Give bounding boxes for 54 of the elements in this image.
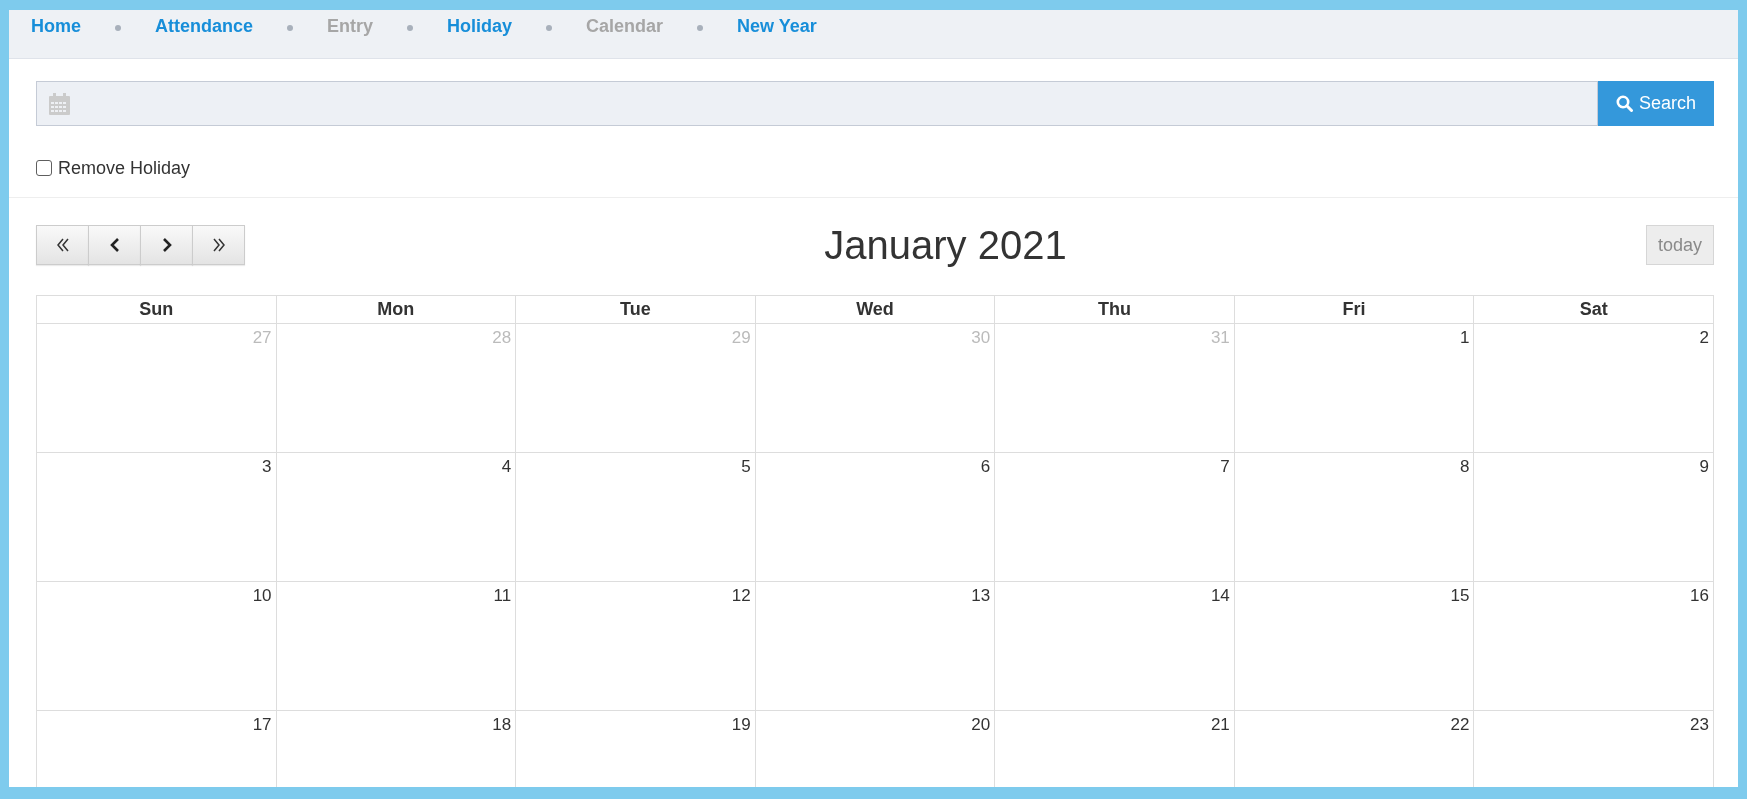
- checkbox[interactable]: [36, 160, 52, 176]
- double-right-chevron-icon: [210, 237, 227, 253]
- date-number: 20: [971, 715, 991, 735]
- weekday-header: Fri: [1234, 295, 1474, 324]
- date-number: 8: [1459, 457, 1470, 477]
- left-chevron-button[interactable]: [88, 225, 141, 265]
- breadcrumb-link[interactable]: Home: [31, 15, 81, 37]
- date-number: 5: [741, 457, 751, 477]
- calendar-icon: [49, 92, 70, 115]
- date-number: 10: [252, 586, 272, 606]
- right-chevron-button[interactable]: [140, 225, 193, 265]
- weekday-header: Tue: [515, 295, 756, 324]
- date-number: 31: [1210, 328, 1230, 348]
- date-number: 15: [1450, 586, 1470, 606]
- weekday-header: Mon: [276, 295, 516, 324]
- date-number: 27: [252, 328, 272, 348]
- breadcrumb-link: Entry: [327, 15, 374, 37]
- search-button[interactable]: Search: [1598, 81, 1714, 126]
- date-number: 2: [1699, 328, 1709, 348]
- breadcrumb-link[interactable]: Attendance: [155, 15, 254, 37]
- date-number: 12: [731, 586, 751, 606]
- breadcrumb-link[interactable]: Holiday: [447, 15, 513, 37]
- date-number: 6: [980, 457, 991, 477]
- date-number: 7: [1220, 457, 1230, 477]
- breadcrumb-link[interactable]: New Year: [737, 15, 817, 37]
- date-number: 1: [1459, 328, 1470, 348]
- breadcrumb-link: Calendar: [586, 15, 664, 37]
- date-number: 19: [731, 715, 751, 735]
- weekday-header: Sun: [36, 295, 277, 324]
- date-number: 17: [252, 715, 272, 735]
- checkbox-label: Remove Holiday: [58, 156, 191, 180]
- double-left-chevron-button[interactable]: [36, 225, 89, 265]
- date-number: 4: [501, 457, 512, 477]
- date-number: 21: [1210, 715, 1230, 735]
- date-number: 29: [731, 328, 751, 348]
- date-number: 14: [1210, 586, 1230, 606]
- date-number: 28: [492, 328, 512, 348]
- month-title: January 2021: [823, 225, 1068, 265]
- date-number: 16: [1690, 586, 1709, 606]
- date-number: 13: [971, 586, 991, 606]
- date-number: 30: [971, 328, 991, 348]
- double-right-chevron-button[interactable]: [192, 225, 245, 265]
- date-number: 18: [492, 715, 512, 735]
- weekday-header: Sat: [1473, 295, 1714, 324]
- date-input-field[interactable]: [36, 81, 1598, 126]
- double-left-chevron-icon: [54, 237, 71, 253]
- weekday-header: Wed: [755, 295, 995, 324]
- date-number: 3: [262, 457, 272, 477]
- date-number: 9: [1699, 457, 1709, 477]
- date-number: 23: [1690, 715, 1709, 735]
- weekday-header: Thu: [994, 295, 1235, 324]
- date-number: 11: [493, 586, 512, 606]
- date-number: 22: [1450, 715, 1470, 735]
- search-icon: [1615, 95, 1633, 112]
